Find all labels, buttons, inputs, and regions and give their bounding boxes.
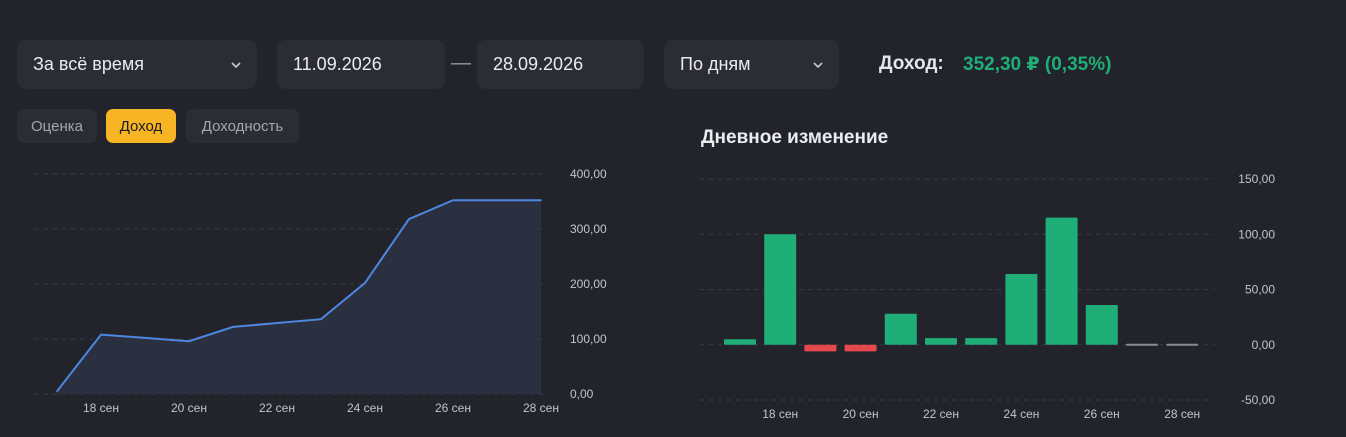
y-tick-label: 200,00 xyxy=(570,277,607,291)
x-tick-label: 26 сен xyxy=(1084,407,1120,421)
chevron-down-icon xyxy=(813,61,823,68)
income-point xyxy=(540,199,542,202)
daily-change-bar xyxy=(764,234,797,345)
period-select-value: За всё время xyxy=(33,54,144,74)
y-tick-label: 50,00 xyxy=(1245,283,1275,297)
daily-change-bar-chart: -50,00 0,00 50,00 100,00 150,00 18 сен 20 сен 2… xyxy=(700,172,1276,421)
date-to-value: 28.09.2026 xyxy=(493,54,584,74)
daily-change-bar xyxy=(1085,304,1118,345)
date-from-value: 11.09.2026 xyxy=(293,54,382,74)
x-tick-label: 24 сен xyxy=(347,401,383,415)
x-tick-label: 18 сен xyxy=(83,401,119,415)
y-tick-label: 0,00 xyxy=(570,387,594,401)
daily-change-bar xyxy=(925,338,957,345)
x-tick-label: 20 сен xyxy=(843,407,879,421)
income-point xyxy=(276,322,278,324)
y-tick-label: 150,00 xyxy=(1238,172,1275,186)
daily-change-bar xyxy=(724,339,756,345)
daily-change-bar xyxy=(1166,343,1199,346)
x-tick-label: 28 сен xyxy=(1164,407,1200,421)
y-tick-label: 100,00 xyxy=(1238,227,1275,241)
income-point xyxy=(232,326,234,328)
daily-change-bar xyxy=(1126,343,1158,346)
x-tick-label: 22 сен xyxy=(923,407,959,421)
x-tick-label: 18 сен xyxy=(762,407,798,421)
income-point xyxy=(100,333,102,336)
tab-label: Доход xyxy=(119,117,163,135)
income-point xyxy=(408,218,410,220)
x-tick-label: 26 сен xyxy=(435,401,471,415)
date-range-separator: — xyxy=(451,52,471,74)
x-tick-label: 22 сен xyxy=(259,401,295,415)
x-tick-label: 28 сен xyxy=(523,401,559,415)
date-from-field[interactable]: 11.09.2026 xyxy=(277,40,445,89)
daily-change-bar xyxy=(884,313,917,345)
x-tick-label: 20 сен xyxy=(171,401,207,415)
income-point xyxy=(56,390,58,393)
x-tick-label: 24 сен xyxy=(1003,407,1039,421)
y-tick-label: 300,00 xyxy=(570,222,607,236)
income-label: Доход: xyxy=(879,53,944,74)
chevron-down-icon xyxy=(231,61,241,68)
period-select[interactable]: За всё время xyxy=(17,40,257,89)
income-point xyxy=(320,318,322,320)
y-tick-label: -50,00 xyxy=(1241,393,1275,407)
income-point xyxy=(188,340,190,342)
income-area-chart: 0,00 100,00 200,00 300,00 400,00 18 сен 20 сен… xyxy=(35,167,607,415)
daily-change-bar xyxy=(965,338,998,345)
tab-income[interactable]: Доход xyxy=(106,109,176,143)
tab-valuation[interactable]: Оценка xyxy=(17,109,97,143)
daily-change-bar xyxy=(844,344,877,352)
tab-label: Доходность xyxy=(201,117,284,135)
daily-change-title: Дневное изменение xyxy=(701,127,889,148)
y-tick-label: 0,00 xyxy=(1252,338,1276,352)
y-tick-label: 100,00 xyxy=(570,332,607,346)
income-value: 352,30 ₽ (0,35%) xyxy=(963,54,1112,75)
tab-yield[interactable]: Доходность xyxy=(186,109,299,143)
tab-label: Оценка xyxy=(31,117,83,135)
daily-change-bar xyxy=(1045,217,1078,345)
income-point xyxy=(144,337,146,339)
daily-change-bar xyxy=(1005,274,1038,345)
grouping-select[interactable]: По дням xyxy=(664,40,839,89)
income-point xyxy=(364,282,366,284)
date-to-field[interactable]: 28.09.2026 xyxy=(477,40,644,89)
income-point xyxy=(496,199,498,202)
daily-change-bar xyxy=(804,344,837,352)
grouping-select-value: По дням xyxy=(680,54,751,74)
y-tick-label: 400,00 xyxy=(570,167,607,181)
income-point xyxy=(452,199,454,202)
